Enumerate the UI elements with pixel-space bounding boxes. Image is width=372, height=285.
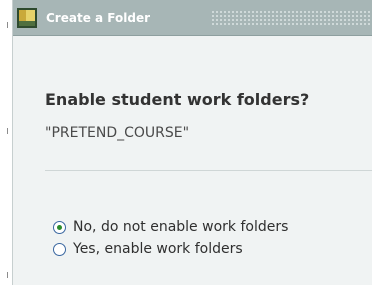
option-no-enable-label: No, do not enable work folders (73, 219, 289, 235)
page-left-edge (0, 0, 12, 285)
edge-mark (7, 272, 8, 278)
folder-icon (17, 8, 37, 28)
titlebar-grip (211, 10, 371, 26)
edge-mark (7, 128, 8, 134)
option-yes-enable-label: Yes, enable work folders (73, 241, 243, 257)
dialog-title: Create a Folder (46, 11, 151, 25)
radio-yes-enable[interactable] (53, 242, 66, 256)
option-yes-enable[interactable]: Yes, enable work folders (53, 240, 243, 258)
radio-no-enable[interactable] (53, 220, 66, 234)
dialog-titlebar[interactable]: Create a Folder (13, 0, 372, 36)
option-no-enable[interactable]: No, do not enable work folders (53, 218, 288, 236)
course-name: "PRETEND_COURSE" (45, 125, 190, 141)
question-heading: Enable student work folders? (45, 90, 310, 109)
edge-mark (7, 22, 8, 28)
create-folder-dialog: Create a Folder Enable student work fold… (12, 0, 372, 285)
radio-selected-dot (57, 224, 62, 230)
divider (45, 170, 372, 171)
